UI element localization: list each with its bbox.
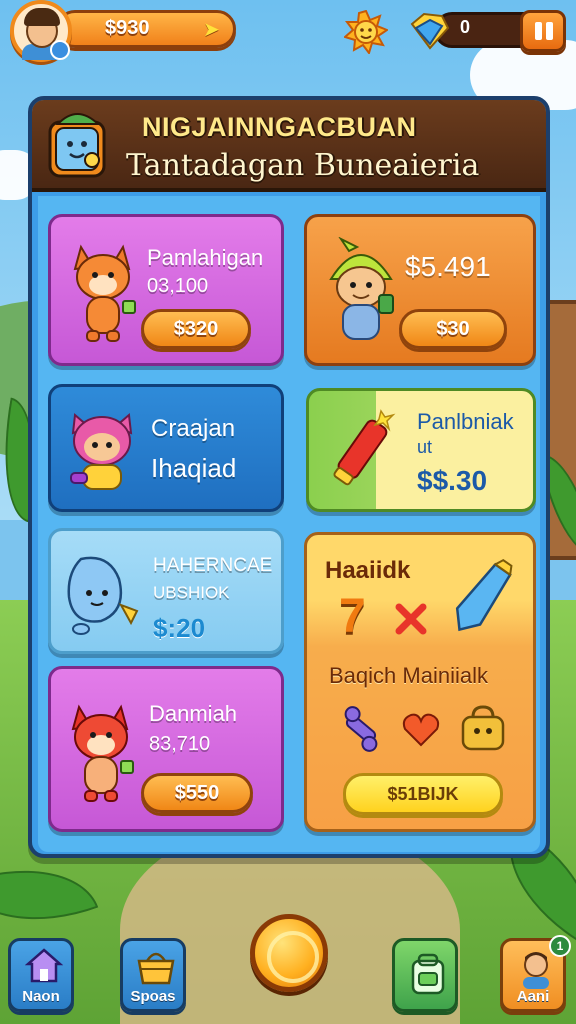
bundle-title: Haaiidk xyxy=(325,557,411,584)
treasure-bag-icon xyxy=(461,705,505,751)
shop-keeper-icon xyxy=(48,113,106,178)
item-subtitle: 03,100 xyxy=(147,275,209,297)
profile-avatar-icon xyxy=(523,952,549,989)
item-subtitle: 83,710 xyxy=(149,733,211,755)
shop-item-card[interactable]: Pamlahigan 03,100 $320 xyxy=(48,214,284,366)
shop-item-card[interactable]: HAHERNCAE UBSHIOK $:20 xyxy=(48,528,284,654)
coin-counter[interactable]: $930 ➤ xyxy=(56,10,236,48)
nav-profile-label: Aani xyxy=(516,988,550,1005)
pause-button[interactable] xyxy=(520,10,566,52)
sun-icon[interactable] xyxy=(344,10,388,54)
item-subtitle: ut xyxy=(417,437,433,457)
shop-header: NIGJAINNGACBUAN Tantadagan Buneaieria xyxy=(32,100,546,192)
boy-character-icon xyxy=(329,237,394,340)
nav-home-button[interactable]: Naon xyxy=(8,938,74,1012)
gem-icon xyxy=(410,12,450,50)
add-coins-icon[interactable]: ➤ xyxy=(203,19,225,39)
shop-item-card[interactable]: $5.491 $30 xyxy=(304,214,536,366)
shop-item-card[interactable]: Panlbniak ut $$.30 xyxy=(306,388,536,512)
shop-panel: NIGJAINNGACBUAN Tantadagan Buneaieria Pa… xyxy=(28,96,550,858)
heart-icon xyxy=(402,713,440,747)
nav-shop-button[interactable]: Spoas xyxy=(120,938,186,1012)
gem-value: 0 xyxy=(460,17,471,37)
red-fox-character-icon xyxy=(71,704,134,802)
shop-title: NIGJAINNGACBUAN xyxy=(142,112,417,142)
avatar-hair xyxy=(24,8,60,26)
water-drop-character-icon xyxy=(67,556,139,635)
item-name: Craajan xyxy=(151,415,236,442)
crystal-icon xyxy=(455,558,513,632)
nav-home-label: Naon xyxy=(22,988,60,1005)
shop-subtitle: Tantadagan Buneaieria xyxy=(126,148,480,183)
cat-character-icon xyxy=(70,413,133,490)
buy-button[interactable]: $550 xyxy=(141,773,253,813)
backpack-icon xyxy=(411,953,445,995)
bottom-nav: Naon Spoas Aani 1 xyxy=(0,914,576,1024)
item-subtitle: UBSHIOK xyxy=(153,583,230,602)
coin-value: $930 xyxy=(105,17,150,39)
bundle-buy-button[interactable]: $51BIJK xyxy=(343,773,503,815)
bone-icon xyxy=(344,706,378,752)
shop-grid: Pamlahigan 03,100 $320 $5.491 $30 Craaja… xyxy=(38,196,540,852)
fox-character-icon xyxy=(73,244,136,342)
item-subtitle: Ihaqiad xyxy=(151,453,237,483)
nav-inventory-button[interactable] xyxy=(392,938,458,1012)
nav-profile-button[interactable]: Aani 1 xyxy=(500,935,571,1012)
item-price-tag: $5.491 xyxy=(405,251,491,282)
bundle-offer-card[interactable]: Haaiidk 7 Baqich Mainiialk $51BIJK xyxy=(304,532,536,832)
item-name: Pamlahigan xyxy=(147,245,264,270)
buy-button[interactable]: $30 xyxy=(399,309,507,349)
nav-shop-label: Spoas xyxy=(130,988,176,1005)
shop-item-card[interactable]: Craajan Ihaqiad xyxy=(48,384,284,512)
level-badge-icon xyxy=(50,40,70,60)
item-name: Panlbniak xyxy=(417,409,514,434)
shopping-basket-icon xyxy=(137,952,175,985)
house-icon xyxy=(25,948,63,983)
player-avatar[interactable] xyxy=(10,0,72,62)
bundle-quantity: 7 xyxy=(339,590,366,643)
play-button[interactable] xyxy=(250,914,328,992)
item-price: $:20 xyxy=(153,613,206,643)
firecracker-icon xyxy=(333,409,396,486)
item-name: HAHERNCAE xyxy=(153,555,273,576)
bundle-name: Baqich Mainiialk xyxy=(329,663,488,688)
item-price: $$.30 xyxy=(417,465,488,496)
notification-badge: 1 xyxy=(549,935,571,957)
shop-item-card[interactable]: Danmiah 83,710 $550 xyxy=(48,666,284,832)
buy-button[interactable]: $320 xyxy=(141,309,251,349)
multiply-icon xyxy=(395,603,427,635)
item-name: Danmiah xyxy=(149,701,238,726)
